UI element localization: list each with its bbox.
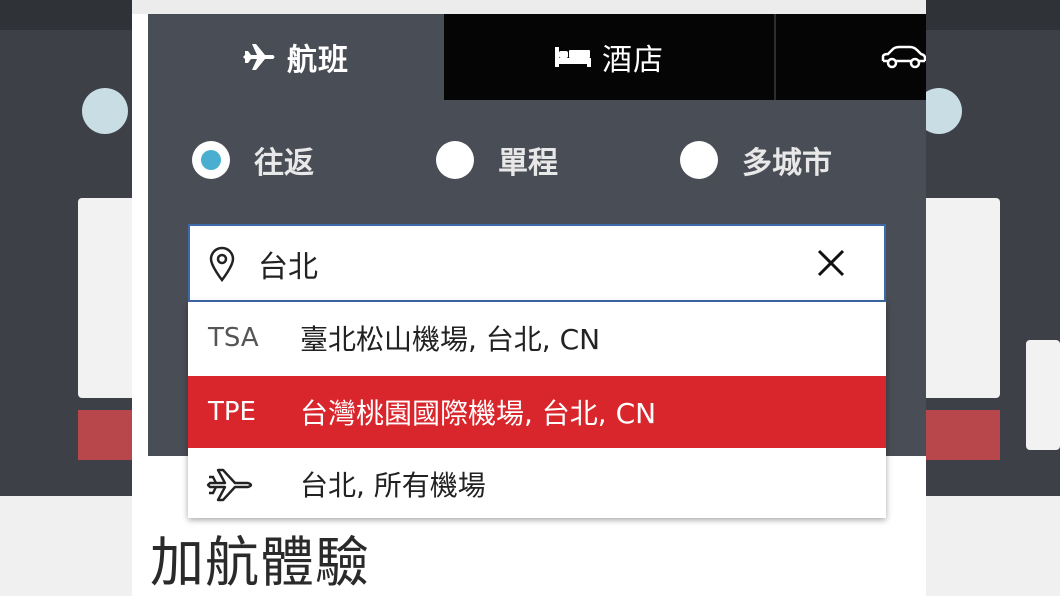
- suggestion-code: TPE: [208, 397, 256, 427]
- suggestion-label: 台北, 所有機場: [300, 469, 486, 502]
- background-blur: [926, 496, 1060, 596]
- origin-search-box: [188, 224, 886, 302]
- radio-one-way[interactable]: 單程: [436, 138, 558, 182]
- radio-multi-city-label: 多城市: [742, 146, 832, 181]
- tab-hotels[interactable]: 酒店: [444, 14, 774, 100]
- bed-icon: [555, 47, 591, 67]
- suggestion-item[interactable]: TSA 臺北松山機場, 台北, CN: [188, 302, 886, 374]
- location-pin-icon: [209, 246, 235, 282]
- background-blur: [1026, 340, 1060, 450]
- suggestion-label: 台灣桃園國際機場, 台北, CN: [300, 397, 657, 430]
- radio-one-way-label: 單程: [498, 146, 558, 181]
- background-band: [926, 0, 1060, 30]
- airplane-icon: [243, 44, 275, 70]
- tab-cars[interactable]: [776, 14, 926, 100]
- background-blur: [82, 88, 128, 134]
- background-blur: [78, 198, 132, 398]
- airport-suggestions-dropdown: TSA 臺北松山機場, 台北, CN TPE 台灣桃園國際機場, 台北, CN …: [188, 302, 886, 518]
- radio-button[interactable]: [436, 141, 474, 179]
- origin-search-input[interactable]: [258, 240, 798, 288]
- frame-top-strip: [132, 0, 926, 14]
- tab-flights-label: 航班: [287, 43, 349, 78]
- suggestion-code: TSA: [208, 323, 259, 353]
- background-blur: [926, 88, 962, 134]
- background-left: [0, 0, 132, 596]
- background-blur: [926, 198, 1000, 398]
- tab-hotels-label: 酒店: [602, 43, 664, 78]
- radio-multi-city[interactable]: 多城市: [680, 138, 832, 182]
- car-icon: [881, 45, 926, 69]
- tab-flights[interactable]: 航班: [148, 14, 444, 100]
- radio-button-selected[interactable]: [192, 141, 230, 179]
- radio-selected-dot: [201, 150, 221, 170]
- airplane-icon: [206, 468, 253, 502]
- booking-tabs: 航班 酒店: [148, 14, 926, 100]
- suggestion-item-highlighted[interactable]: TPE 台灣桃園國際機場, 台北, CN: [188, 376, 886, 448]
- background-right: [926, 0, 1060, 596]
- radio-round-trip[interactable]: 往返: [192, 138, 314, 182]
- suggestion-item[interactable]: 台北, 所有機場: [188, 448, 886, 520]
- page-heading: 加航體驗: [150, 531, 370, 594]
- background-blur: [0, 496, 132, 596]
- radio-button[interactable]: [680, 141, 718, 179]
- radio-round-trip-label: 往返: [254, 146, 314, 181]
- background-blur: [78, 410, 132, 460]
- trip-type-selector: 往返 單程 多城市: [148, 100, 926, 220]
- booking-widget-frame: 航班 酒店 往返 單程 多城市 台北 TSA 臺北松山機場, 台北, CN TP…: [132, 0, 926, 596]
- background-blur: [926, 410, 1000, 460]
- suggestion-label: 臺北松山機場, 台北, CN: [300, 323, 601, 356]
- background-band: [0, 0, 132, 30]
- close-icon[interactable]: [816, 248, 846, 278]
